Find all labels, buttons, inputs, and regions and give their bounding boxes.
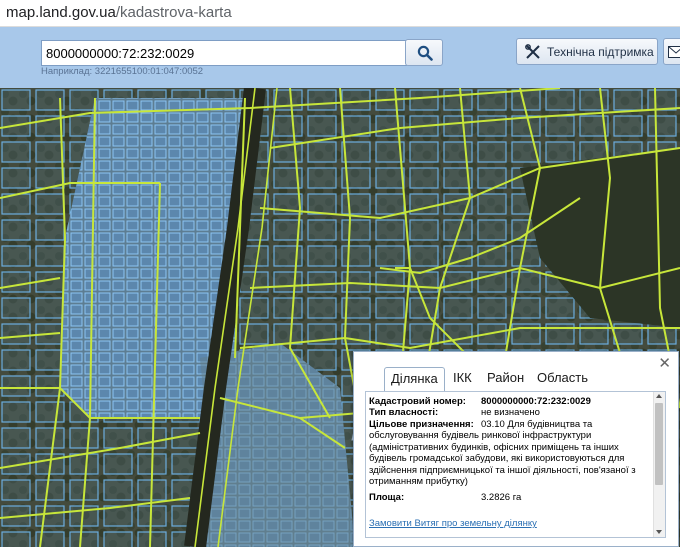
area-value: 3.2826 га: [481, 492, 522, 503]
tech-support-label: Технічна підтримка: [547, 45, 654, 59]
purpose-label: Цільове призначення:: [369, 419, 474, 430]
tools-icon: [525, 44, 540, 59]
mail-icon: [668, 46, 680, 58]
tab-parcel[interactable]: Ділянка: [384, 367, 445, 392]
search-icon: [417, 45, 433, 61]
panel-scrollbar[interactable]: [653, 392, 665, 537]
scroll-up-arrow-icon[interactable]: [656, 394, 662, 398]
search-button[interactable]: [405, 39, 443, 66]
tab-region[interactable]: Область: [537, 367, 588, 391]
mail-button[interactable]: [663, 38, 680, 65]
order-extract-link[interactable]: Замовити Витяг про земельну ділянку: [369, 518, 537, 529]
cadastral-number-value: 8000000000:72:232:0029: [481, 396, 591, 407]
parcel-details-panel[interactable]: Кадастровий номер: 8000000000:72:232:002…: [365, 391, 666, 538]
scrollbar-thumb[interactable]: [655, 403, 663, 485]
app-header: Наприклад: 3221655100:01:047:0052 Техніч…: [0, 27, 680, 88]
parcel-info-popup: ✕ Ділянка ІКК Район Область Кадастровий …: [353, 351, 679, 547]
tech-support-button[interactable]: Технічна підтримка: [516, 38, 658, 65]
url-text[interactable]: map.land.gov.ua/kadastrova-karta: [6, 4, 232, 21]
ownership-type-value: не визначено: [481, 407, 540, 418]
ownership-type-label: Тип власності:: [369, 407, 439, 418]
search-hint: Наприклад: 3221655100:01:047:0052: [41, 66, 204, 77]
tab-district[interactable]: Район: [487, 367, 524, 391]
purpose-value: 03.10 Для будівництва та: [481, 419, 593, 430]
scroll-down-arrow-icon[interactable]: [656, 530, 662, 534]
area-label: Площа:: [369, 492, 405, 503]
close-icon[interactable]: ✕: [658, 356, 671, 371]
cadastral-number-label: Кадастровий номер:: [369, 396, 466, 407]
cadastral-search-input[interactable]: [41, 40, 407, 66]
browser-url-bar[interactable]: map.land.gov.ua/kadastrova-karta: [0, 0, 680, 27]
tab-ikk[interactable]: ІКК: [453, 367, 472, 391]
purpose-description: обслуговування будівель ринкової інфраст…: [369, 430, 636, 487]
